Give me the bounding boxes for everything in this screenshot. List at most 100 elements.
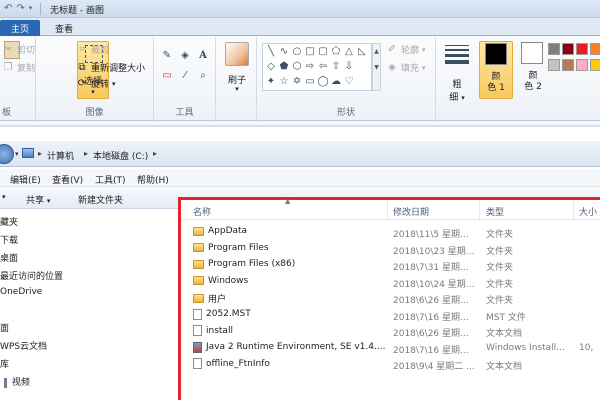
tab-view[interactable]: 查看 <box>44 20 84 36</box>
nav-item-wps-cloud[interactable]: WPS云文档 <box>0 339 47 352</box>
chevron-right-icon[interactable]: ▸ <box>153 149 157 158</box>
right-triangle-shape-icon[interactable]: ◺ <box>356 46 368 58</box>
breadcrumb-computer[interactable]: 计算机 <box>47 149 74 162</box>
file-type: 文本文档 <box>486 329 523 339</box>
oval-callout-shape-icon[interactable]: ◯ <box>317 76 329 88</box>
nav-item-recent-places[interactable]: 最近访问的位置 <box>0 269 63 282</box>
image-group-label: 图像 <box>85 108 104 118</box>
five-point-star-shape-icon[interactable]: ☆ <box>278 76 290 88</box>
table-row[interactable]: 2052.MST 2018\7\16 星期... MST 文件 <box>181 307 600 323</box>
column-header-date[interactable]: 修改日期 <box>393 205 429 218</box>
customize-dropdown-icon[interactable]: ▾ <box>29 2 33 15</box>
fill-button[interactable]: ◈ 填充 ▾ <box>386 61 425 75</box>
table-row[interactable]: 用户 2018\6\26 星期... 文件夹 <box>181 290 600 306</box>
eraser-icon[interactable]: ▭ <box>160 69 174 83</box>
nav-item-videos[interactable]: 视频 <box>4 375 30 388</box>
file-date: 2018\9\4 星期二 ... <box>393 362 475 372</box>
color2-button[interactable]: 颜 色 2 <box>516 41 550 99</box>
line-shape-icon[interactable]: ╲ <box>265 46 277 58</box>
column-header-size[interactable]: 大小 <box>579 205 597 218</box>
color-picker-icon[interactable]: ⁄ <box>178 69 192 83</box>
table-row[interactable]: Java 2 Runtime Environment, SE v1.4.... 2… <box>181 340 600 356</box>
nav-item-desktop[interactable]: 桌面 <box>0 251 18 264</box>
recent-pages-dropdown-icon[interactable]: ▾ <box>15 150 19 158</box>
left-arrow-shape-icon[interactable]: ⇦ <box>317 61 329 73</box>
polygon-shape-icon[interactable]: ⬠ <box>330 46 342 58</box>
menu-view[interactable]: 查看(V) <box>52 173 83 186</box>
nav-item-onedrive[interactable]: OneDrive <box>0 287 42 297</box>
chevron-down-icon[interactable]: ▾ <box>2 193 6 201</box>
table-row[interactable]: Windows 2018\10\24 星期... 文件夹 <box>181 274 600 290</box>
table-row[interactable]: Program Files (x86) 2018\7\31 星期... 文件夹 <box>181 257 600 273</box>
diamond-shape-icon[interactable]: ◇ <box>265 61 277 73</box>
oval-shape-icon[interactable]: ○ <box>291 46 303 58</box>
table-row[interactable]: install 2018\6\26 星期... 文本文档 <box>181 323 600 339</box>
breadcrumb-local-disk[interactable]: 本地磁盘 (C:) <box>93 149 148 162</box>
brush-icon <box>225 42 249 66</box>
palette-swatch[interactable] <box>590 59 600 71</box>
heart-shape-icon[interactable]: ♡ <box>343 76 355 88</box>
file-type: 文件夹 <box>486 296 514 306</box>
chevron-down-icon: ▾ <box>422 45 426 54</box>
tools-group-label: 工具 <box>175 108 194 118</box>
nav-item-downloads[interactable]: 下载 <box>0 233 18 246</box>
cloud-callout-shape-icon[interactable]: ☁ <box>330 76 342 88</box>
new-folder-button[interactable]: 新建文件夹 <box>78 193 123 206</box>
palette-swatch[interactable] <box>576 43 588 55</box>
share-button[interactable]: 共享 ▾ <box>26 193 50 206</box>
nav-item-favorites[interactable]: 藏夹 <box>0 215 18 228</box>
pentagon-shape-icon[interactable]: ⬟ <box>278 61 290 73</box>
cut-button[interactable]: ✂ 剪切 <box>2 43 35 57</box>
redo-icon[interactable]: ↷ <box>16 2 24 15</box>
triangle-shape-icon[interactable]: △ <box>343 46 355 58</box>
shapes-gallery-scroll[interactable]: ▲ ▼ <box>372 43 381 91</box>
rounded-rectangle-shape-icon[interactable]: ▢ <box>317 46 329 58</box>
outline-button[interactable]: ✐ 轮廓 ▾ <box>386 43 426 57</box>
palette-swatch[interactable] <box>548 43 560 55</box>
rectangle-shape-icon[interactable]: □ <box>304 46 316 58</box>
menu-edit[interactable]: 编辑(E) <box>10 173 41 186</box>
scissors-icon: ✂ <box>3 43 13 55</box>
tab-home[interactable]: 主页 <box>0 20 40 36</box>
magnifier-icon[interactable]: ⌕ <box>196 69 210 83</box>
pencil-icon[interactable]: ✎ <box>160 49 174 63</box>
size-button[interactable]: 粗 细 ▾ <box>440 41 474 103</box>
palette-swatch[interactable] <box>562 59 574 71</box>
folder-icon <box>193 276 204 285</box>
down-arrow-shape-icon[interactable]: ⇩ <box>343 61 355 73</box>
back-button[interactable] <box>0 144 14 164</box>
palette-swatch[interactable] <box>562 43 574 55</box>
palette-swatch[interactable] <box>548 59 560 71</box>
crop-button[interactable]: ⌗ 裁剪 <box>76 43 109 57</box>
resize-button[interactable]: ⧉ 重新调整大小 <box>76 61 145 75</box>
curve-shape-icon[interactable]: ∿ <box>278 46 290 58</box>
palette-swatch[interactable] <box>590 43 600 55</box>
up-arrow-shape-icon[interactable]: ⇧ <box>330 61 342 73</box>
color1-button[interactable]: 颜 色 1 <box>479 41 513 99</box>
column-header-name[interactable]: 名称 <box>193 205 211 218</box>
menu-tools[interactable]: 工具(T) <box>95 173 126 186</box>
brush-button[interactable]: 刷子 ▾ <box>222 41 252 99</box>
nav-item-desktop-root[interactable]: 面 <box>0 321 9 334</box>
six-point-star-shape-icon[interactable]: ✡ <box>291 76 303 88</box>
file-name: AppData <box>193 226 247 236</box>
rotate-button[interactable]: ⟳ 旋转 ▾ <box>76 77 116 91</box>
undo-icon[interactable]: ↶ <box>4 2 12 15</box>
table-row[interactable]: Program Files 2018\10\23 星期... 文件夹 <box>181 241 600 257</box>
fill-bucket-icon[interactable]: ◈ <box>178 49 192 63</box>
color2-swatch <box>521 42 543 64</box>
four-point-star-shape-icon[interactable]: ✦ <box>265 76 277 88</box>
right-arrow-shape-icon[interactable]: ⇨ <box>304 61 316 73</box>
hexagon-shape-icon[interactable]: ⬡ <box>291 61 303 73</box>
nav-item-libraries[interactable]: 库 <box>0 357 9 370</box>
menu-help[interactable]: 帮助(H) <box>137 173 169 186</box>
chevron-right-icon[interactable]: ▸ <box>38 149 42 158</box>
callout-shape-icon[interactable]: ▭ <box>304 76 316 88</box>
table-row[interactable]: AppData 2018\11\5 星期... 文件夹 <box>181 224 600 240</box>
palette-swatch[interactable] <box>576 59 588 71</box>
column-header-type[interactable]: 类型 <box>486 205 504 218</box>
chevron-right-icon[interactable]: ▸ <box>84 149 88 158</box>
table-row[interactable]: offline_FtnInfo 2018\9\4 星期二 ... 文本文档 <box>181 356 600 372</box>
copy-button[interactable]: ❐ 复制 <box>2 61 36 75</box>
text-tool-icon[interactable]: A <box>196 49 210 63</box>
